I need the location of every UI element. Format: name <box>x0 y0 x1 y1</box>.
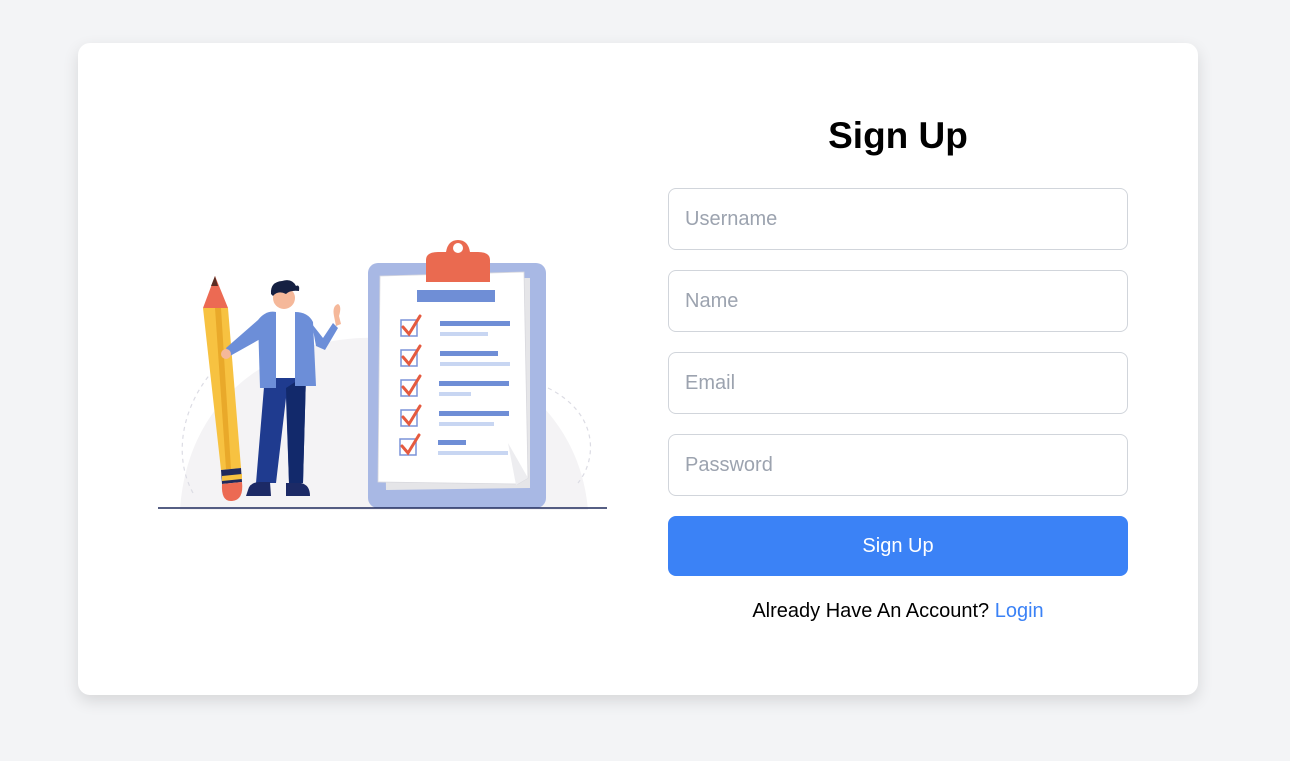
signup-button[interactable]: Sign Up <box>668 516 1128 576</box>
login-prompt: Already Have An Account? Login <box>668 597 1128 625</box>
email-input[interactable] <box>668 352 1128 414</box>
password-input[interactable] <box>668 434 1128 496</box>
username-input[interactable] <box>668 188 1128 250</box>
signup-card: Sign Up Sign Up Already Have An Account?… <box>78 43 1198 695</box>
name-input[interactable] <box>668 270 1128 332</box>
login-prompt-text: Already Have An Account? <box>752 600 995 622</box>
page-title: Sign Up <box>828 115 968 156</box>
signup-illustration <box>158 240 607 510</box>
login-link[interactable]: Login <box>995 600 1044 622</box>
